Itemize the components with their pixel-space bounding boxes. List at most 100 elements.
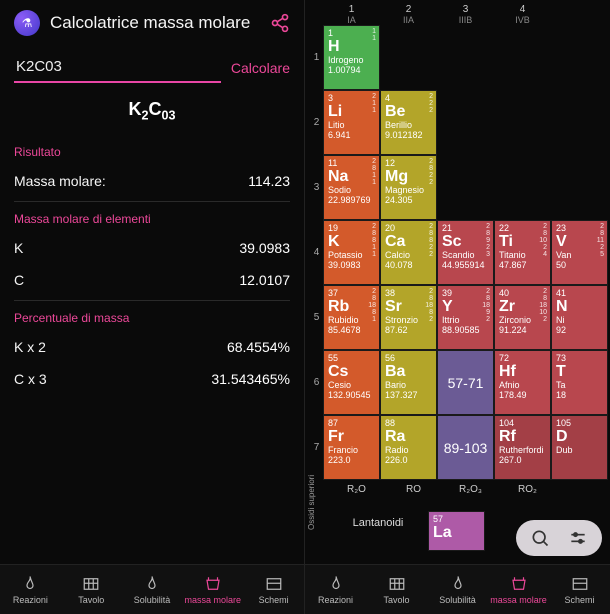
results-area: Risultato Massa molare: 114.23 Massa mol… [0, 139, 304, 614]
app-icon: ⚗ [14, 10, 40, 36]
pt-element-Ra[interactable]: 88RaRadio226.0 [380, 415, 437, 480]
pt-element-K[interactable]: 19KPotassio39.098328811 [323, 220, 380, 285]
nav-label: Schemi [564, 595, 594, 605]
data-row: C x 331.543465% [0, 363, 304, 395]
massa-molare-icon [510, 575, 528, 593]
nav-reazioni[interactable]: Reazioni [0, 565, 61, 614]
pt-row-number: 7 [310, 415, 323, 480]
reazioni-icon [21, 575, 39, 593]
data-row: K x 2 68.4554% [0, 331, 304, 363]
section-elements-label: Massa molare di elementi [0, 206, 304, 232]
nav-massa-molare[interactable]: massa molare [182, 565, 243, 614]
pt-element-Sc[interactable]: 21ScScandio44.95591428923 [437, 220, 494, 285]
row-name: K x 2 [14, 339, 46, 355]
pt-element-Ca[interactable]: 20CaCalcio40.07828822 [380, 220, 437, 285]
pt-element-Li[interactable]: 3LiLitio6.941211 [323, 90, 380, 155]
oxide-cell: RO [385, 480, 442, 499]
oxide-cell: R₂O₃ [442, 480, 499, 499]
nav-label: Solubilità [439, 595, 476, 605]
pt-element-Rf[interactable]: 104RfRutherfordi267.0 [494, 415, 551, 480]
pt-element-D[interactable]: 105DDub [551, 415, 608, 480]
pt-element-Be[interactable]: 4BeBerillio9.012182222 [380, 90, 437, 155]
pt-element-H[interactable]: 1HIdrogeno1.0079411 [323, 25, 380, 90]
pt-element-V[interactable]: 23VVan50281125 [551, 220, 608, 285]
pt-element-Hf[interactable]: 72HfAfnio178.49 [494, 350, 551, 415]
nav-schemi[interactable]: Schemi [549, 565, 610, 614]
header: ⚗ Calcolatrice massa molare [0, 0, 304, 44]
molar-mass-calculator-pane: ⚗ Calcolatrice massa molare Calcolare K2… [0, 0, 305, 614]
solubilita-icon [143, 575, 161, 593]
row-name: C [14, 272, 24, 288]
nav-massa-molare[interactable]: massa molare [488, 565, 549, 614]
share-icon[interactable] [270, 13, 290, 33]
pt-row-4: 419KPotassio39.09832881120CaCalcio40.078… [310, 220, 610, 285]
pt-element-Mg[interactable]: 12MgMagnesio24.3052822 [380, 155, 437, 220]
pt-row-number: 4 [310, 220, 323, 285]
tavolo-icon [82, 575, 100, 593]
bottom-nav: Reazioni Tavolo Solubilità massa molare Sche… [305, 564, 610, 614]
nav-solubilita[interactable]: Solubilità [122, 565, 183, 614]
lanthanoid-label: Lantanoidi [328, 511, 428, 551]
pt-element-N[interactable]: 41NNi92 [551, 285, 608, 350]
pt-element-La[interactable]: 57La [428, 511, 485, 551]
nav-schemi[interactable]: Schemi [243, 565, 304, 614]
data-row: C 12.0107 [0, 264, 304, 296]
row-value: 68.4554% [227, 339, 290, 355]
section-percent-label: Percentuale di massa [0, 305, 304, 331]
pt-element-Y[interactable]: 39YIttrio88.90585281892 [437, 285, 494, 350]
nav-label: Reazioni [318, 595, 353, 605]
pt-row-5: 537RbRubidio85.467828188138SrStronzio87.… [310, 285, 610, 350]
nav-solubilita[interactable]: Solubilità [427, 565, 488, 614]
nav-label: massa molare [185, 595, 242, 605]
oxide-row: R₂OROR₂O₃RO₂ [310, 480, 610, 499]
pt-element-T[interactable]: 73TTa18 [551, 350, 608, 415]
oxide-cell: R₂O [328, 480, 385, 499]
schemi-icon [571, 575, 589, 593]
pt-element-Na[interactable]: 11NaSodio22.9897692811 [323, 155, 380, 220]
pt-col-header: 2IIA [380, 4, 437, 25]
oxide-cell: RO₂ [499, 480, 556, 499]
pt-col-header: 1IA [323, 4, 380, 25]
massa-molare-icon [204, 575, 222, 593]
pt-element-Ti[interactable]: 22TiTitanio47.867281024 [494, 220, 551, 285]
reazioni-icon [327, 575, 345, 593]
bottom-nav: ReazioniTavolo Solubilità massa molareSche… [0, 564, 304, 614]
floating-toolbar [516, 520, 602, 556]
pt-element-Ba[interactable]: 56BaBario137.327 [380, 350, 437, 415]
nav-reazioni[interactable]: Reazioni [305, 565, 366, 614]
pt-range-cell[interactable]: 57-71 [437, 350, 494, 415]
schemi-icon [265, 575, 283, 593]
pt-row-1: 11HIdrogeno1.0079411 [310, 25, 610, 90]
pt-row-2: 23LiLitio6.9412114BeBerillio9.012182222 [310, 90, 610, 155]
pt-range-cell[interactable]: 89-103 [437, 415, 494, 480]
pt-row-number: 1 [310, 25, 323, 90]
periodic-table-pane: 1IA2IIA3IIIB4IVB Ossidi superiori 11HIdr… [305, 0, 610, 614]
divider [14, 201, 290, 202]
nav-tavolo[interactable]: Tavolo [61, 565, 122, 614]
pt-column-headers: 1IA2IIA3IIIB4IVB [305, 0, 610, 25]
section-result-label: Risultato [0, 139, 304, 165]
pt-element-Rb[interactable]: 37RbRubidio85.4678281881 [323, 285, 380, 350]
pt-element-Fr[interactable]: 87FrFrancio223.0 [323, 415, 380, 480]
row-value: 12.0107 [239, 272, 290, 288]
pt-element-Cs[interactable]: 55CsCesio132.90545 [323, 350, 380, 415]
pt-row-number: 2 [310, 90, 323, 155]
search-icon[interactable] [530, 528, 550, 548]
molar-mass-row: Massa molare: 114.23 [0, 165, 304, 197]
formula-input[interactable] [14, 52, 221, 83]
pt-element-Sr[interactable]: 38SrStronzio87.62281882 [380, 285, 437, 350]
filter-icon[interactable] [568, 528, 588, 548]
calculate-button[interactable]: Calcolare [231, 60, 290, 76]
nav-tavolo[interactable]: Tavolo [366, 565, 427, 614]
nav-label: Tavolo [383, 595, 409, 605]
formula-input-row: Calcolare [0, 44, 304, 87]
pt-row-7: 787FrFrancio223.088RaRadio226.089-103104… [310, 415, 610, 480]
molar-mass-label: Massa molare: [14, 173, 106, 189]
pt-element-Zr[interactable]: 40ZrZirconio91.2242818102 [494, 285, 551, 350]
nav-label: massa molare [490, 595, 547, 605]
data-row: K39.0983 [0, 232, 304, 264]
pt-row-number: 6 [310, 350, 323, 415]
nav-label: Solubilità [134, 595, 171, 605]
row-name: K [14, 240, 23, 256]
pt-col-header: 3IIIB [437, 4, 494, 25]
